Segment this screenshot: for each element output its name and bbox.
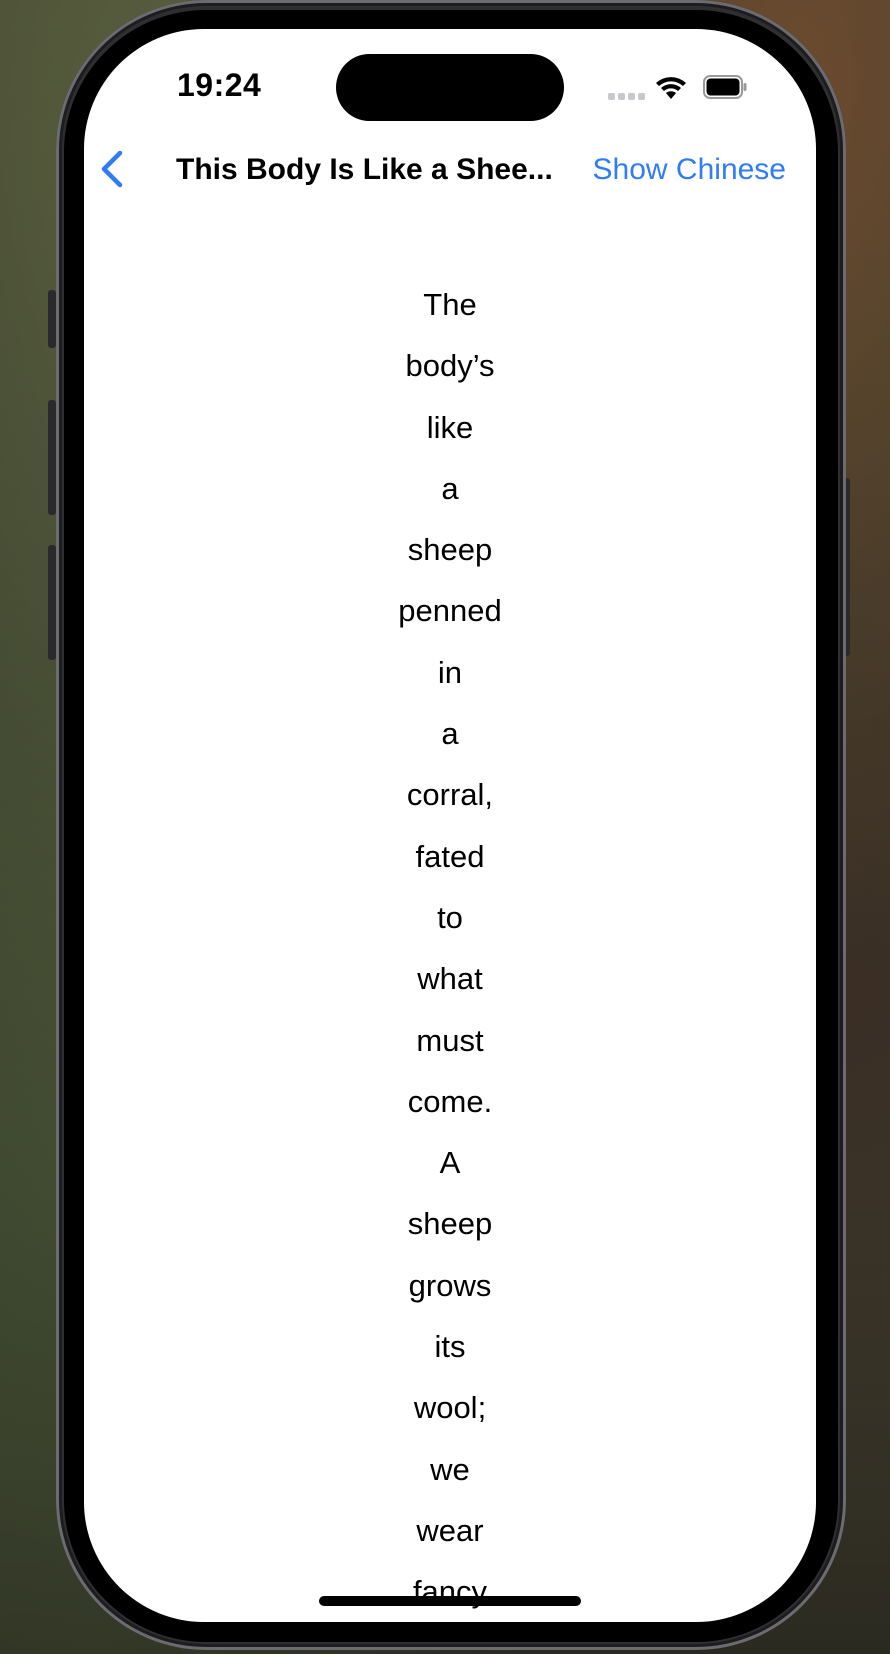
poem-line: in bbox=[437, 654, 463, 690]
poem-line: corral, bbox=[406, 777, 494, 813]
poem-line: what bbox=[417, 961, 483, 997]
chevron-left-icon[interactable] bbox=[96, 147, 130, 191]
poem-line: The bbox=[423, 287, 477, 322]
poem-line: a bbox=[441, 470, 459, 506]
volume-down-button bbox=[48, 545, 56, 660]
volume-up-button bbox=[48, 400, 56, 515]
status-time: 19:24 bbox=[177, 67, 262, 103]
poem-line: we bbox=[430, 1451, 470, 1487]
page-title: This Body Is Like a Shee... bbox=[176, 153, 553, 186]
poem-line: come. bbox=[407, 1083, 493, 1119]
poem-line: wear bbox=[416, 1512, 484, 1548]
dynamic-island bbox=[336, 54, 564, 121]
poem-line: its bbox=[434, 1329, 466, 1365]
home-indicator[interactable] bbox=[319, 1596, 581, 1606]
poem-line: to bbox=[437, 899, 463, 935]
cellular-signal-icon bbox=[608, 93, 645, 100]
poem-line: sheep bbox=[407, 1206, 493, 1242]
poem-line: penned bbox=[398, 593, 502, 629]
poem-line: wool; bbox=[413, 1390, 487, 1426]
poem-line: A bbox=[439, 1145, 461, 1181]
phone-screen: 19:24 This Body Is Like a Shee... Show C… bbox=[84, 29, 816, 1622]
poem-line: body’s bbox=[405, 348, 495, 384]
action-button bbox=[48, 290, 56, 348]
poem-line: fated bbox=[415, 838, 485, 874]
poem-line: like bbox=[426, 409, 474, 445]
poem-line: a bbox=[441, 716, 459, 752]
poem-line: sheep bbox=[407, 532, 493, 568]
wifi-icon bbox=[656, 77, 686, 99]
show-chinese-button[interactable]: Show Chinese bbox=[593, 153, 786, 187]
poem-text: The body’s like a sheep penned in a corral, fated… bbox=[84, 283, 816, 1622]
poem-line: grows bbox=[408, 1267, 492, 1303]
poem-line: must bbox=[416, 1022, 484, 1058]
battery-icon bbox=[703, 75, 747, 99]
